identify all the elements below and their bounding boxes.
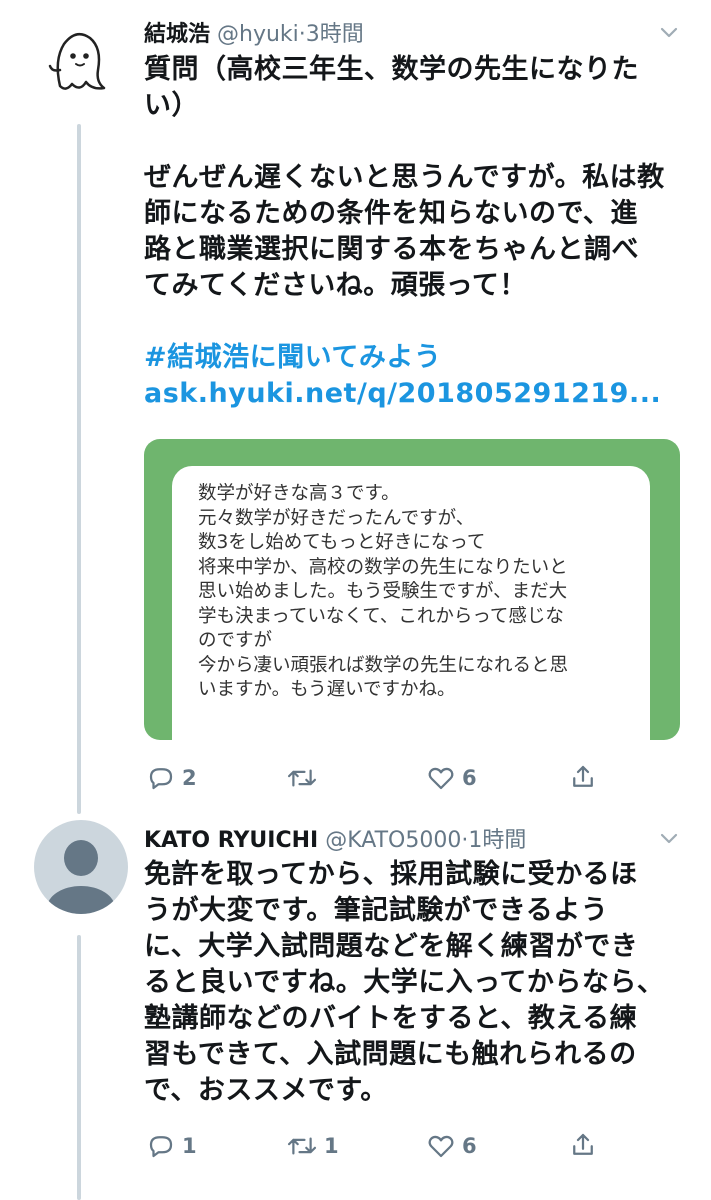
share-button[interactable] [568,1130,604,1160]
reply-line: 免許を取ってから、採用試験に受かるほ [144,859,638,890]
image-card[interactable]: 数学が好きな高３です。 元々数学が好きだったんですが、 数3をし始めてもっと好き… [144,439,680,740]
tweet-1-header: 結城浩 @hyuki·3時間 [144,16,364,48]
reply-line: ると良いですね。大学に入ってからなら、 [144,967,665,998]
like-count: 6 [462,766,477,790]
timestamp[interactable]: 3時間 [306,22,364,47]
card-line: 将来中学か、高校の数学の先生になりたいと [198,556,568,578]
like-button[interactable]: 6 [426,1131,477,1161]
author-name[interactable]: 結城浩 [144,22,210,47]
separator-dot: · [298,22,306,47]
question-line: い） [144,90,199,121]
retweet-icon [287,1137,317,1155]
reply-line: うが大変です。筆記試験ができるよう [144,895,609,926]
tweet-2-header: KATO RYUICHI @KATO5000·1時間 [144,822,526,854]
share-icon [573,1133,593,1155]
share-button[interactable] [568,762,604,792]
reply-icon [149,768,173,790]
card-question-text: 数学が好きな高３です。 元々数学が好きだったんですが、 数3をし始めてもっと好き… [172,466,650,740]
like-count: 6 [462,1134,477,1158]
reply-line: で、おススメです。 [144,1075,388,1106]
author-handle[interactable]: @hyuki [217,22,299,47]
reply-button[interactable]: 2 [146,763,197,793]
card-line: 今から凄い頑張れば数学の先生になれると思 [198,654,569,676]
url-link[interactable]: ask.hyuki.net/q/201805291219... [144,376,684,412]
reply-button[interactable]: 1 [146,1131,197,1161]
reply-line: に、大学入試問題などを解く練習ができ [144,931,639,962]
retweet-button[interactable] [286,763,324,793]
author-name[interactable]: KATO RYUICHI [144,828,318,853]
answer-line: 師になるための条件を知らないので、進 [144,198,638,229]
thread-line-bottom [77,935,81,1200]
question-line: 質問（高校三年生、数学の先生になりた [144,54,639,85]
answer-line: 路と職業選択に関する本をちゃんと調べ [144,234,639,265]
answer-line: ぜんぜん遅くないと思うんですが。私は教 [144,162,665,193]
default-avatar[interactable] [34,820,128,914]
reply-count: 2 [182,766,197,790]
card-line: のですが [198,630,273,651]
card-line: 数学が好きな高３です。 [198,483,400,504]
like-button[interactable]: 6 [426,763,477,793]
retweet-button[interactable]: 1 [286,1131,339,1161]
tweet-2-text: 免許を取ってから、採用試験に受かるほ うが大変です。筆記試験ができるよう に、大… [144,857,684,1109]
retweet-count: 1 [324,1134,339,1158]
card-line: 思い始めました。もう受験生ですが、まだ大 [198,581,568,602]
thread-line-top [77,124,81,814]
timestamp[interactable]: 1時間 [468,828,526,853]
reply-count: 1 [182,1134,197,1158]
card-line: いますか。もう遅いですかね。 [198,679,456,700]
retweet-icon [287,769,317,787]
hashtag-link[interactable]: #結城浩に聞いてみよう [144,340,684,376]
reply-line: 塾講師などのバイトをすると、教える練 [144,1003,638,1034]
reply-icon [149,1136,173,1158]
like-icon [428,767,454,790]
reply-line: 習もできて、入試問題にも触れられるの [144,1039,637,1070]
tweet-1-text: 質問（高校三年生、数学の先生になりた い） ぜんぜん遅くないと思うんですが。私は… [144,52,684,412]
card-line: 数3をし始めてもっと好きになって [198,532,486,553]
card-line: 元々数学が好きだったんですが、 [198,507,475,529]
like-icon [428,1135,454,1158]
answer-line: てみてくださいね。頑張って！ [144,270,527,301]
chevron-down-icon[interactable] [657,20,681,44]
chevron-down-icon[interactable] [657,826,681,850]
ghost-avatar[interactable] [46,26,112,96]
card-line: 学も決まっていなくて、これからって感じな [198,605,564,627]
author-handle[interactable]: @KATO5000 [325,828,461,853]
share-icon [573,765,593,787]
